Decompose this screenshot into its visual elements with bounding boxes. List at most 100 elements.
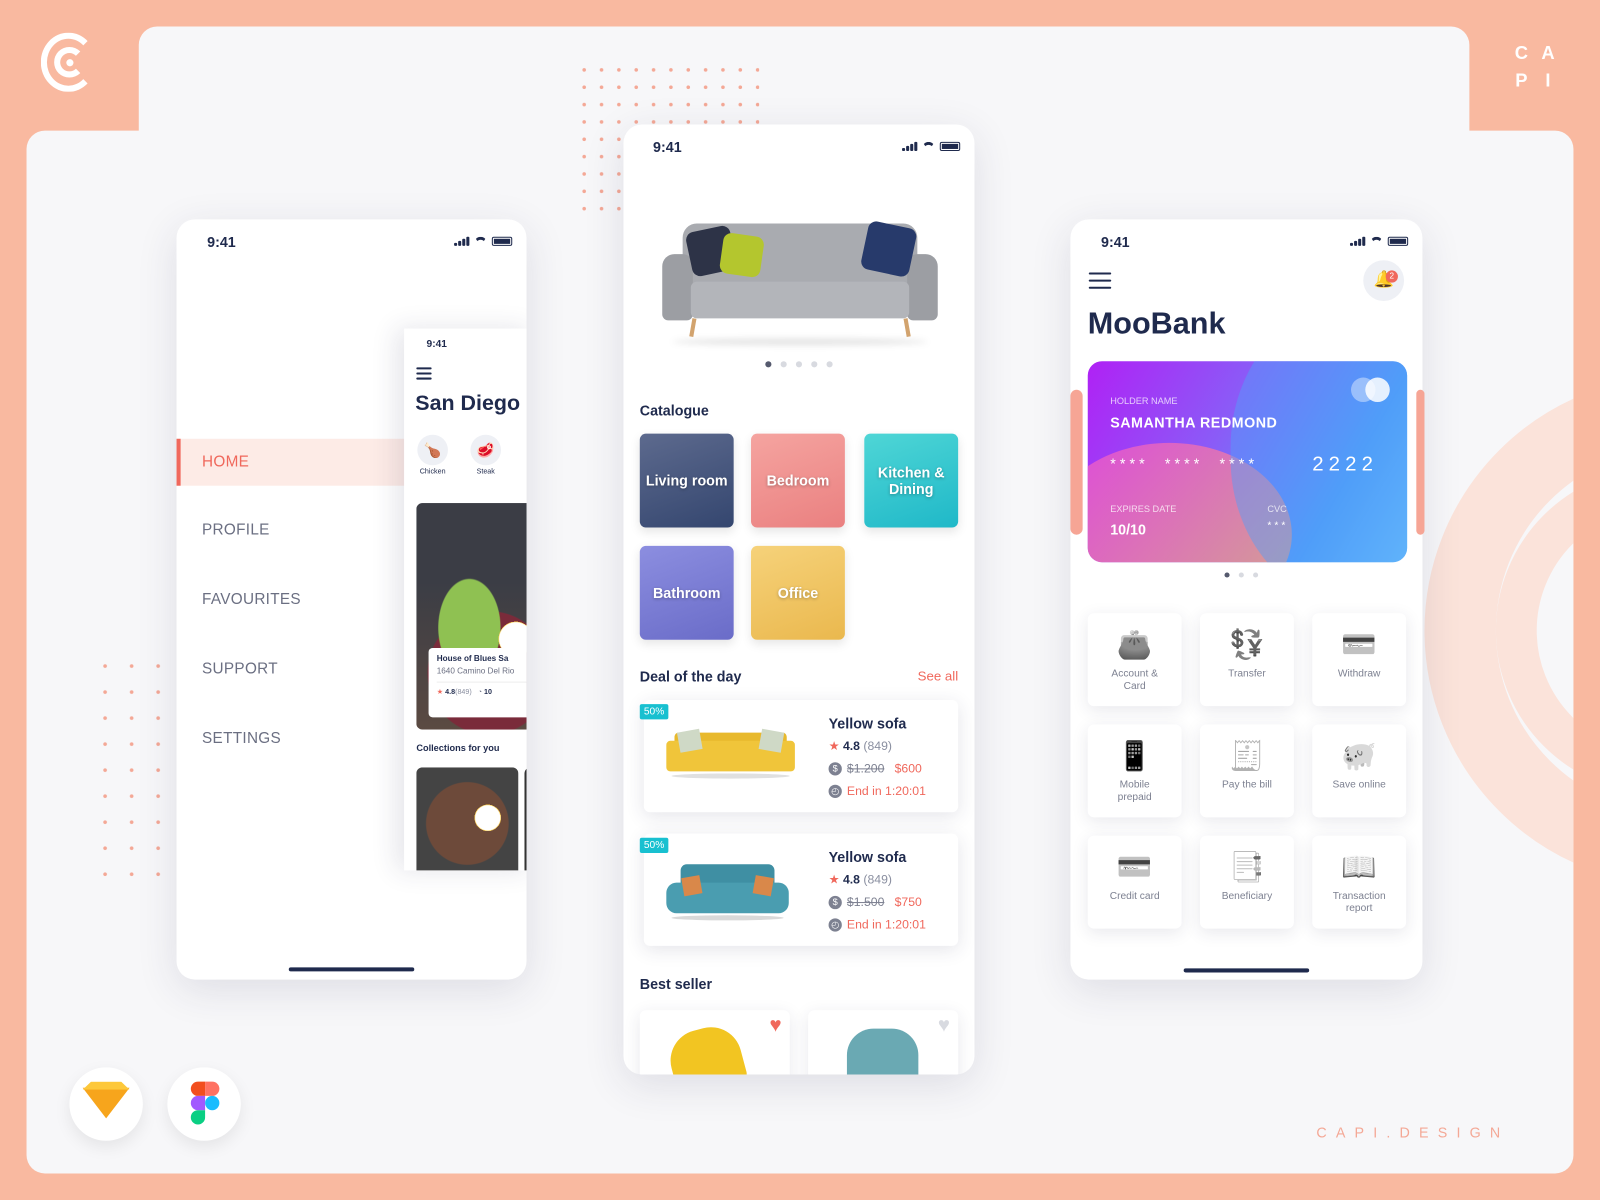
status-time: 9:41 <box>207 233 236 250</box>
catalogue-living-room[interactable]: Living room <box>639 433 734 528</box>
category-label: Chicken <box>419 468 446 476</box>
yellow-chair-image <box>663 1020 749 1075</box>
best-seller-card[interactable]: ♥ <box>639 1010 790 1075</box>
inner-app-preview[interactable]: 9:41 San Diego 🍗 Chicken 🥩 Steak House of … <box>404 328 527 871</box>
category-steak[interactable]: 🥩 Steak <box>467 434 504 476</box>
service-label: Withdraw <box>1337 668 1381 680</box>
delivery-time: 10 <box>484 688 492 696</box>
city-title: San Diego <box>415 391 521 416</box>
deal-info: Yellow sofa ★ 4.8 (849) $ $1.200 $600 ◴ End… <box>828 712 926 802</box>
product-name: Yellow sofa <box>828 715 907 732</box>
food-image[interactable]: House of Blues Sa 1640 Camino Del Rio ★ … <box>416 503 527 730</box>
withdraw-icon: 💳 <box>1341 628 1377 661</box>
countdown: End in 1:20:01 <box>846 917 926 932</box>
capi-logo <box>40 32 98 94</box>
catalogue-kitchen-dining[interactable]: Kitchen & Dining <box>864 433 959 528</box>
service-piggy-bank[interactable]: 🐖 Save online <box>1312 724 1407 818</box>
capi-letters: CA PI <box>1508 43 1561 92</box>
service-report[interactable]: 📖 Transaction report <box>1312 835 1407 929</box>
hamburger-icon[interactable] <box>1088 272 1112 293</box>
signal-icon <box>454 236 470 246</box>
discount-badge: 50% <box>639 837 669 854</box>
wifi-icon <box>922 141 935 151</box>
service-mobile[interactable]: 📱 Mobile prepaid <box>1087 724 1182 818</box>
status-icons <box>454 236 513 246</box>
collection-image[interactable] <box>416 767 519 871</box>
service-bill[interactable]: 🧾 Pay the bill <box>1199 724 1294 818</box>
menu-item-home[interactable]: HOME <box>176 438 406 486</box>
menu-item-profile[interactable]: PROFILE <box>177 507 406 554</box>
card-peek-left <box>1070 389 1083 535</box>
service-label: Pay the bill <box>1221 779 1272 791</box>
hamburger-icon[interactable] <box>416 367 432 384</box>
beneficiary-icon: 📑 <box>1229 851 1265 883</box>
mobile-icon: 📱 <box>1116 739 1153 772</box>
see-all-link[interactable]: See all <box>918 668 959 683</box>
notification-count: 2 <box>1385 270 1398 283</box>
heart-icon-filled[interactable]: ♥ <box>770 1014 782 1037</box>
carousel-dot[interactable] <box>780 361 787 368</box>
carousel-dot[interactable] <box>765 361 772 368</box>
deal-card[interactable]: 50% Yellow sofa ★ 4.8 (849) $ $1.200 $600 … <box>639 699 959 813</box>
bank-card[interactable]: HOLDER NAME SAMANTHA REDMOND **** **** *… <box>1087 361 1408 563</box>
reviews: (849) <box>863 872 892 887</box>
card-page-dots[interactable] <box>1224 572 1259 578</box>
catalogue-office[interactable]: Office <box>751 545 845 640</box>
service-label: Mobile prepaid <box>1117 779 1152 804</box>
restaurant-name: House of Blues Sa <box>436 654 509 664</box>
reviews: (849) <box>455 688 472 696</box>
status-icons <box>902 141 961 152</box>
deal-title: Deal of the day <box>639 668 742 685</box>
card-number-mask: **** **** **** <box>1110 455 1259 472</box>
service-wallet[interactable]: 👛 Account & Card <box>1087 613 1182 707</box>
price: $600 <box>894 761 922 776</box>
old-price: $1.500 <box>846 894 885 910</box>
home-indicator <box>288 967 415 972</box>
rating: 4.8 <box>445 688 456 696</box>
wifi-icon <box>1370 236 1383 246</box>
inner-time: 9:41 <box>426 338 447 350</box>
collection-image[interactable] <box>524 767 527 871</box>
footer-brand[interactable]: CAPI.DESIGN <box>1316 1124 1509 1140</box>
restaurant-card[interactable]: House of Blues Sa 1640 Camino Del Rio ★ … <box>428 647 527 718</box>
blue-sofa-image <box>666 862 789 923</box>
service-credit-card[interactable]: 💳 Credit card <box>1087 835 1182 929</box>
restaurant-address: 1640 Camino Del Rio <box>436 666 515 676</box>
steak-icon: 🥩 <box>470 434 502 466</box>
teal-chair-image <box>846 1028 919 1075</box>
service-transfer[interactable]: 💱 Transfer <box>1199 613 1294 707</box>
status-icons <box>1349 236 1409 246</box>
catalogue-bedroom[interactable]: Bedroom <box>751 433 845 528</box>
notification-button[interactable]: 🔔 2 <box>1363 260 1405 302</box>
category-chicken[interactable]: 🍗 Chicken <box>414 434 451 476</box>
catalogue-bathroom[interactable]: Bathroom <box>639 545 734 640</box>
service-withdraw[interactable]: 💳 Withdraw <box>1312 613 1407 707</box>
status-time: 9:41 <box>653 138 682 156</box>
category-label: Steak <box>476 468 495 476</box>
transfer-icon: 💱 <box>1229 628 1265 661</box>
carousel-dots[interactable] <box>765 361 833 368</box>
deal-card[interactable]: 50% Yellow sofa ★ 4.8 (849) $ $1.500 $750 … <box>639 833 959 946</box>
carousel-dot[interactable] <box>811 361 818 368</box>
rating: 4.8 <box>842 872 860 887</box>
card-dot[interactable] <box>1224 572 1230 578</box>
credit-card-icon: 💳 <box>1116 851 1153 883</box>
yellow-sofa-image <box>666 728 795 782</box>
dollar-icon: $ <box>828 896 842 910</box>
card-dot[interactable] <box>1253 572 1259 578</box>
holder-label: HOLDER NAME <box>1110 395 1178 407</box>
best-seller-card[interactable]: ♥ <box>808 1010 959 1075</box>
service-beneficiary[interactable]: 📑 Beneficiary <box>1199 835 1294 929</box>
dollar-icon: $ <box>828 762 842 776</box>
menu-item-favourites[interactable]: FAVOURITES <box>177 577 406 624</box>
card-dot[interactable] <box>1238 572 1244 578</box>
carousel-dot[interactable] <box>826 361 833 368</box>
top-panel <box>138 26 1470 139</box>
menu-item-support[interactable]: SUPPORT <box>177 646 406 693</box>
hero-sofa-image[interactable] <box>662 218 938 345</box>
letter: I <box>1545 70 1551 91</box>
letter: P <box>1515 70 1528 91</box>
heart-icon-outline[interactable]: ♥ <box>938 1014 950 1037</box>
carousel-dot[interactable] <box>795 361 803 368</box>
menu-item-settings[interactable]: SETTINGS <box>177 715 406 762</box>
